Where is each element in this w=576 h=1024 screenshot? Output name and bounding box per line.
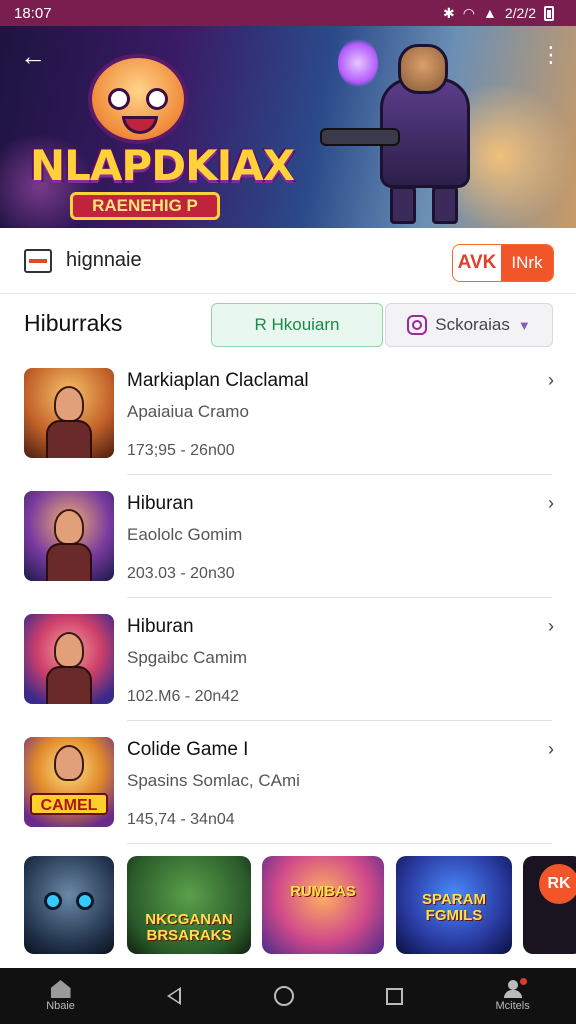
hero-banner: NLAPDKIAX RAENEHIG P ← ⋮ bbox=[0, 26, 576, 228]
carousel-card[interactable]: RK bbox=[523, 856, 576, 954]
item-title: Hiburan bbox=[127, 493, 194, 514]
game-carousel: NKCGANAN BRSARAKS RUMBAS SPARAM FGMILS R… bbox=[0, 856, 576, 956]
game-logo: NLAPDKIAX RAENEHIG P bbox=[30, 46, 295, 221]
bottom-navbar: Nbaie Mcitels bbox=[0, 968, 576, 1024]
game-list: Markiaplan Claclamal Apaiaiua Cramo 173;… bbox=[0, 356, 576, 848]
item-subtitle: Eaololc Gomim bbox=[127, 525, 243, 544]
nav-home-circle[interactable] bbox=[273, 986, 294, 1006]
divider bbox=[127, 474, 552, 475]
nav-profile-label: Mcitels bbox=[495, 1000, 530, 1012]
bug-icon: ✱ bbox=[443, 4, 455, 21]
user-icon bbox=[502, 978, 527, 998]
game-thumbnail: CAMEL bbox=[24, 737, 114, 827]
item-title: Colide Game I bbox=[127, 739, 249, 760]
carousel-card[interactable]: NKCGANAN BRSARAKS bbox=[127, 856, 251, 954]
home-circle-icon bbox=[273, 986, 294, 1006]
thumbnail-caption: CAMEL bbox=[30, 793, 108, 815]
hero-character bbox=[320, 38, 500, 228]
section-header: Hiburraks R Hkouiarn Sckoraias ▼ bbox=[0, 294, 576, 356]
back-arrow-icon[interactable]: ← bbox=[18, 42, 48, 72]
game-thumbnail bbox=[24, 368, 114, 458]
wifi-icon: ◠ bbox=[462, 4, 475, 21]
item-title: Markiaplan Claclamal bbox=[127, 370, 309, 391]
card-title: SPARAM FGMILS bbox=[422, 891, 486, 924]
app-icon bbox=[24, 248, 52, 273]
chevron-down-icon: ▼ bbox=[517, 317, 531, 333]
item-meta: 102.M6 - 20n42 bbox=[127, 688, 240, 705]
carousel-card[interactable]: RUMBAS bbox=[262, 856, 384, 954]
clown-face bbox=[88, 54, 188, 144]
list-item[interactable]: Markiaplan Claclamal Apaiaiua Cramo 173;… bbox=[0, 356, 576, 479]
status-bar: 18:07 ✱ ◠ ▲ 2/2/2 bbox=[0, 0, 576, 26]
list-item[interactable]: Hiburan Spgaibc Camim 102.M6 - 20n42 › bbox=[0, 602, 576, 725]
list-item[interactable]: CAMEL Colide Game I Spasins Somlac, CAmi… bbox=[0, 725, 576, 848]
tab-secondary-label: Sckoraias bbox=[435, 315, 510, 334]
toggle-right-label[interactable]: INrk bbox=[501, 245, 553, 281]
item-subtitle: Apaiaiua Cramo bbox=[127, 402, 249, 421]
divider bbox=[127, 720, 552, 721]
toggle-left-label[interactable]: AVK bbox=[453, 245, 501, 281]
chevron-right-icon[interactable]: › bbox=[548, 616, 554, 637]
section-title: Hiburraks bbox=[24, 310, 123, 336]
recents-square-icon bbox=[386, 987, 404, 1005]
nav-home-label: Nbaie bbox=[46, 1000, 75, 1012]
app-name: hignnaie bbox=[66, 249, 142, 271]
status-right-text: 2/2/2 bbox=[504, 5, 536, 21]
carousel-card[interactable] bbox=[24, 856, 114, 954]
logo-title: NLAPDKIAX bbox=[30, 141, 295, 190]
game-thumbnail bbox=[24, 491, 114, 581]
signal-icon: ▲ bbox=[483, 5, 497, 21]
item-meta: 203.03 - 20n30 bbox=[127, 565, 235, 582]
logo-subtitle: RAENEHIG P bbox=[70, 192, 220, 220]
item-title: Hiburan bbox=[127, 616, 194, 637]
card-title: RUMBAS bbox=[290, 883, 356, 900]
more-options-icon[interactable]: ⋮ bbox=[540, 44, 562, 70]
carousel-card[interactable]: SPARAM FGMILS bbox=[396, 856, 512, 954]
item-subtitle: Spasins Somlac, CAmi bbox=[127, 771, 300, 790]
back-triangle-icon bbox=[167, 987, 182, 1005]
nav-profile[interactable]: Mcitels bbox=[495, 978, 530, 1012]
chevron-right-icon[interactable]: › bbox=[548, 739, 554, 760]
nav-back[interactable] bbox=[167, 987, 182, 1005]
item-meta: 173;95 - 26n00 bbox=[127, 442, 235, 459]
status-icons: ✱ ◠ ▲ 2/2/2 bbox=[443, 5, 554, 22]
card-badge: RK bbox=[539, 864, 576, 904]
instagram-icon bbox=[407, 315, 428, 335]
tab-primary[interactable]: R Hkouiarn bbox=[211, 303, 383, 347]
tab-secondary[interactable]: Sckoraias ▼ bbox=[385, 303, 553, 347]
nav-recents[interactable] bbox=[386, 987, 404, 1005]
battery-icon bbox=[544, 5, 554, 21]
notification-dot bbox=[519, 978, 527, 985]
app-info-row: hignnaie AVK INrk bbox=[0, 228, 576, 294]
nav-home[interactable]: Nbaie bbox=[46, 980, 75, 1012]
item-meta: 145,74 - 34n04 bbox=[127, 811, 235, 828]
divider bbox=[127, 597, 552, 598]
divider bbox=[127, 843, 552, 844]
list-item[interactable]: Hiburan Eaololc Gomim 203.03 - 20n30 › bbox=[0, 479, 576, 602]
card-title: NKCGANAN BRSARAKS bbox=[145, 911, 233, 944]
chevron-right-icon[interactable]: › bbox=[548, 370, 554, 391]
game-thumbnail bbox=[24, 614, 114, 704]
status-time: 18:07 bbox=[14, 4, 52, 22]
item-subtitle: Spgaibc Camim bbox=[127, 648, 247, 667]
home-icon bbox=[50, 980, 71, 998]
chevron-right-icon[interactable]: › bbox=[548, 493, 554, 514]
action-toggle-button[interactable]: AVK INrk bbox=[452, 244, 554, 282]
